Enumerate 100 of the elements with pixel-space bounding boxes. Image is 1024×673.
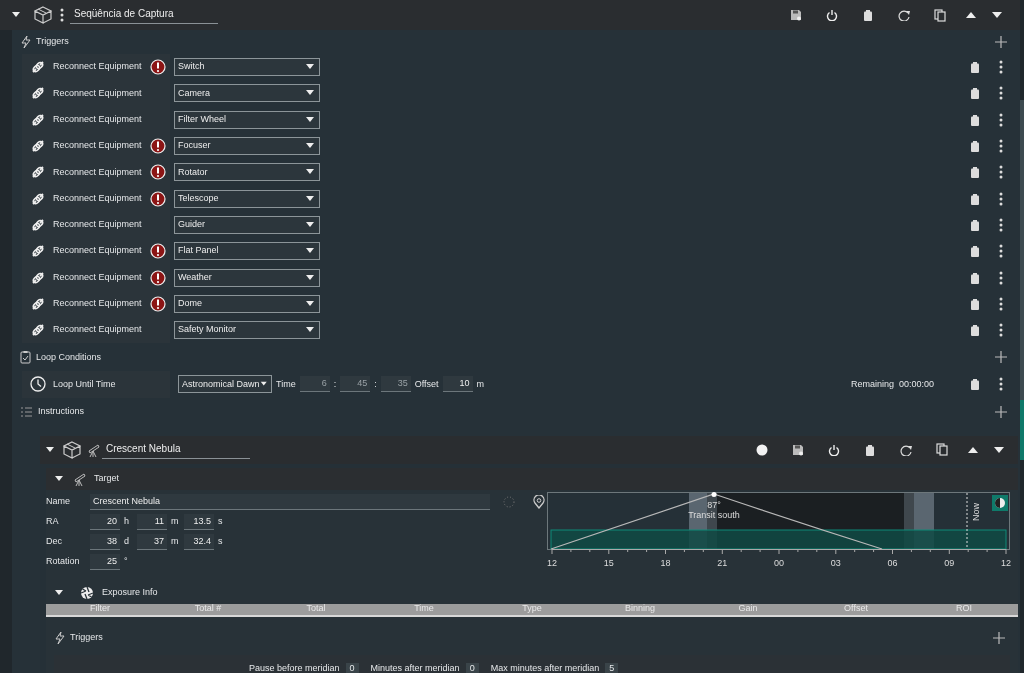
remaining-label: Remaining (850, 377, 894, 391)
condition-label: Loop Until Time (53, 377, 117, 391)
trigger-label: Reconnect Equipment (53, 218, 143, 232)
section-title: Instructions (38, 404, 86, 418)
down-arrow-icon[interactable] (993, 444, 1005, 455)
device-dropdown[interactable]: Dome (174, 294, 320, 313)
location-pin-icon[interactable] (532, 494, 546, 509)
field-label: Max minutes after meridian (490, 662, 600, 673)
dotted-circle-icon[interactable] (502, 494, 516, 509)
device-dropdown[interactable]: Switch (174, 58, 320, 77)
trigger-label: Reconnect Equipment (53, 244, 143, 258)
trash-icon[interactable] (970, 140, 980, 153)
mode-dropdown[interactable]: Astronomical Dawn (178, 375, 272, 394)
plug-icon (30, 190, 46, 207)
number-field[interactable]: 6 (299, 376, 330, 393)
transit-marker (711, 491, 717, 497)
more-options-icon[interactable] (999, 165, 1003, 180)
device-dropdown[interactable]: Filter Wheel (174, 110, 320, 129)
number-field[interactable]: 32.4 (184, 533, 214, 550)
number-field[interactable]: 38 (90, 533, 120, 550)
tick-label: 06 (887, 557, 898, 568)
device-dropdown[interactable]: Camera (174, 84, 320, 103)
device-dropdown[interactable]: Telescope (174, 189, 320, 208)
up-arrow-icon[interactable] (965, 10, 977, 20)
trash-icon[interactable] (970, 87, 980, 100)
unit-label: d (124, 534, 130, 548)
number-field[interactable]: 0 (345, 662, 359, 673)
number-field[interactable]: 20 (90, 513, 120, 530)
plug-icon (30, 138, 46, 155)
trigger-label: Reconnect Equipment (53, 113, 143, 126)
title-field[interactable]: Seqüência de Captura (70, 6, 218, 24)
more-options-icon[interactable] (999, 112, 1003, 127)
plus-icon[interactable] (995, 351, 1007, 364)
power-icon[interactable] (826, 9, 838, 21)
number-field[interactable]: 45 (340, 376, 371, 393)
plug-icon (30, 269, 46, 286)
number-field[interactable]: 13.5 (184, 513, 214, 530)
power-icon[interactable] (828, 443, 840, 456)
lightning-icon (54, 630, 65, 645)
number-field[interactable]: 11 (137, 513, 167, 530)
more-options-icon[interactable] (999, 217, 1003, 232)
trash-icon[interactable] (970, 113, 980, 126)
copy-icon[interactable] (934, 8, 946, 22)
number-field[interactable]: 0 (465, 662, 479, 673)
column-header: ROI (955, 602, 973, 616)
more-options-icon[interactable] (999, 244, 1003, 259)
circular-arrow-icon[interactable] (900, 443, 912, 456)
circle-icon[interactable] (756, 443, 768, 456)
number-field[interactable]: 35 (380, 376, 411, 393)
device-dropdown[interactable]: Guider (174, 215, 320, 234)
device-dropdown[interactable]: Safety Monitor (174, 321, 320, 340)
more-options-icon[interactable] (999, 60, 1003, 75)
tick-label: 12 (1001, 557, 1011, 568)
number-field[interactable]: 10 (442, 376, 473, 393)
trash-icon[interactable] (863, 9, 873, 21)
circular-arrow-icon[interactable] (898, 9, 910, 21)
transit-label: Transit south (688, 509, 740, 520)
trash-icon[interactable] (970, 324, 980, 337)
number-field[interactable]: 37 (137, 533, 167, 550)
trash-icon[interactable] (970, 245, 980, 258)
trash-icon[interactable] (970, 61, 980, 74)
trash-icon[interactable] (970, 271, 980, 284)
name-field[interactable]: Crescent Nebula (90, 493, 490, 510)
number-field[interactable]: 25 (90, 553, 120, 570)
plus-icon[interactable] (995, 36, 1007, 48)
offset-label: Offset (414, 377, 439, 391)
more-options-icon[interactable] (999, 377, 1003, 392)
remaining-time: 00:00:00 (898, 377, 934, 391)
device-dropdown[interactable]: Rotator (174, 163, 320, 182)
more-options-icon[interactable] (60, 8, 64, 22)
save-icon[interactable] (790, 9, 802, 21)
unit-label: m (171, 514, 180, 528)
save-icon[interactable] (792, 443, 804, 456)
more-options-icon[interactable] (999, 296, 1003, 311)
time-label: Time (276, 377, 296, 391)
plus-icon[interactable] (993, 631, 1005, 644)
trash-icon[interactable] (970, 378, 980, 391)
trash-icon[interactable] (865, 443, 875, 456)
field-label: Dec (46, 534, 63, 548)
more-options-icon[interactable] (999, 323, 1003, 338)
column-header: Gain (737, 602, 759, 616)
number-field[interactable]: 5 (605, 662, 619, 673)
device-dropdown[interactable]: Weather (174, 268, 320, 287)
section-title: Exposure Info (102, 585, 158, 599)
more-options-icon[interactable] (999, 270, 1003, 285)
trash-icon[interactable] (970, 192, 980, 205)
more-options-icon[interactable] (999, 191, 1003, 206)
field-label: RA (46, 514, 60, 528)
trash-icon[interactable] (970, 166, 980, 179)
device-dropdown[interactable]: Flat Panel (174, 242, 320, 261)
more-options-icon[interactable] (999, 139, 1003, 154)
title-field[interactable]: Crescent Nebula (102, 440, 250, 459)
trash-icon[interactable] (970, 218, 980, 231)
trash-icon[interactable] (970, 297, 980, 310)
copy-icon[interactable] (936, 443, 948, 457)
trigger-label: Reconnect Equipment (53, 297, 143, 311)
down-arrow-icon[interactable] (991, 10, 1003, 20)
plus-icon[interactable] (995, 405, 1007, 418)
more-options-icon[interactable] (999, 86, 1003, 101)
device-dropdown[interactable]: Focuser (174, 137, 320, 156)
